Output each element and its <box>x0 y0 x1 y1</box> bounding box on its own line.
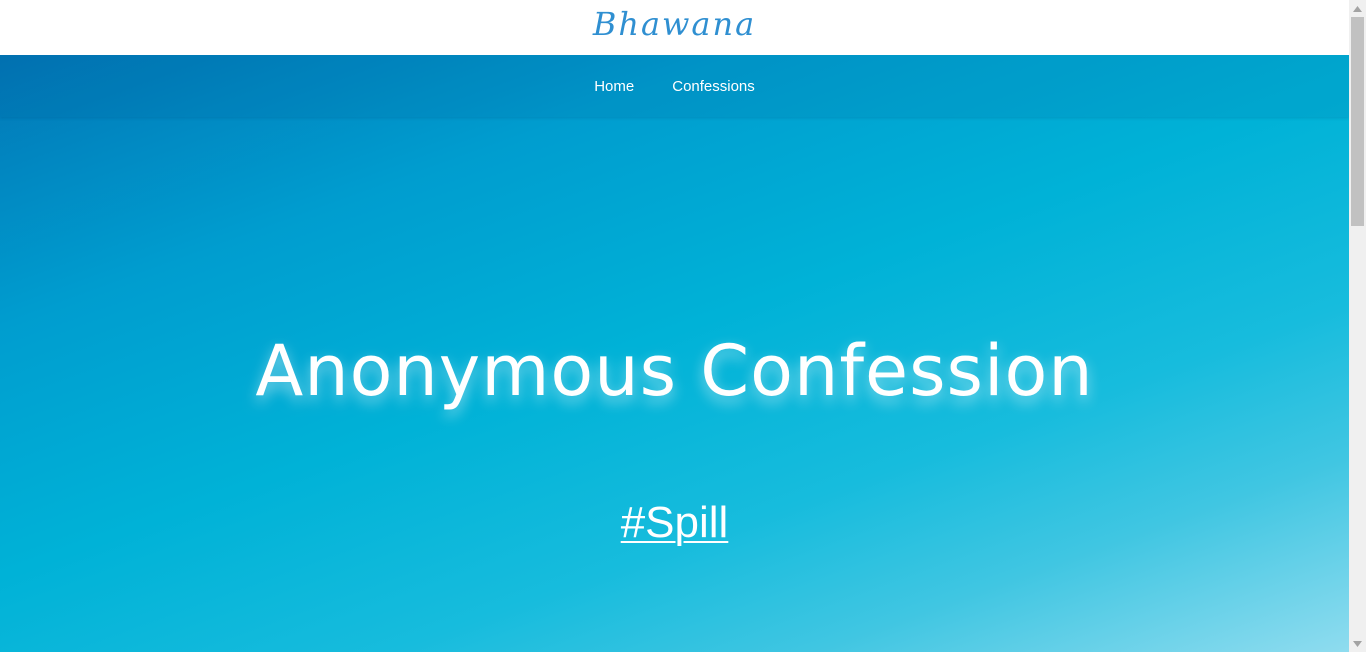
triangle-up-icon <box>1353 5 1362 12</box>
page: Bhawana Home Confessions Anonymous Confe… <box>0 0 1366 652</box>
hero-title: Anonymous Confession <box>255 330 1094 412</box>
scroll-thumb[interactable] <box>1351 17 1364 226</box>
hero-link-container: #Spill <box>0 498 1349 548</box>
hero-section: Home Confessions Anonymous Confession #S… <box>0 55 1349 652</box>
nav-link-home[interactable]: Home <box>594 78 634 95</box>
main-navbar: Home Confessions <box>0 55 1349 117</box>
brand-bar: Bhawana <box>0 0 1349 55</box>
spill-link[interactable]: #Spill <box>621 498 729 547</box>
vertical-scrollbar[interactable] <box>1349 0 1366 652</box>
triangle-down-icon <box>1353 640 1362 647</box>
brand-logo[interactable]: Bhawana <box>593 5 756 43</box>
scroll-down-button[interactable] <box>1349 635 1366 652</box>
page-content: Bhawana Home Confessions Anonymous Confe… <box>0 0 1349 652</box>
scroll-up-button[interactable] <box>1349 0 1366 17</box>
nav-link-confessions[interactable]: Confessions <box>672 78 755 95</box>
